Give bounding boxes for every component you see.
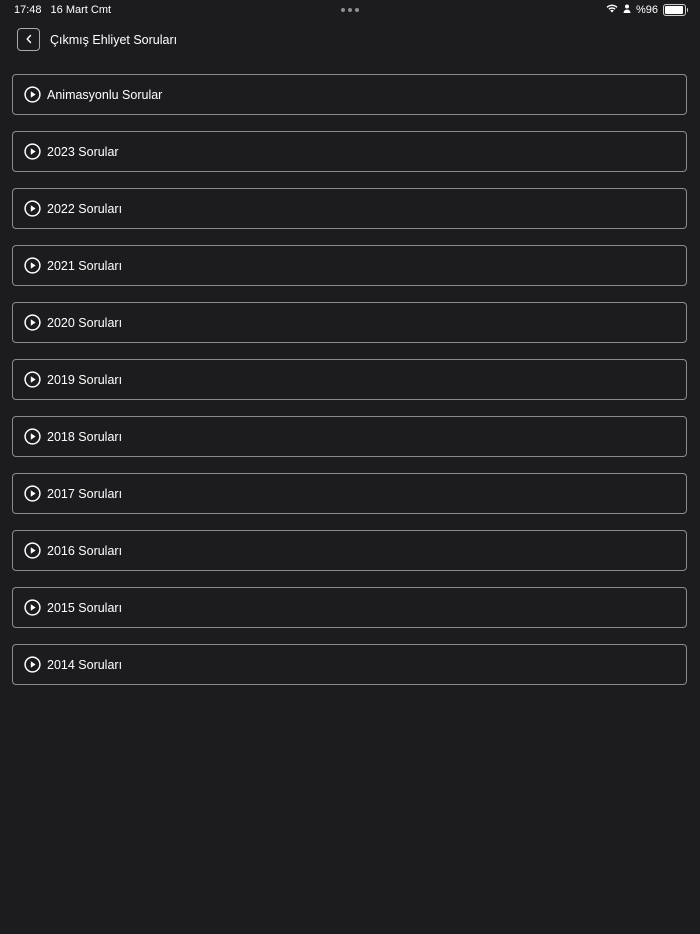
play-circle-icon bbox=[23, 143, 41, 161]
list-item[interactable]: 2016 Soruları bbox=[12, 530, 687, 571]
wifi-icon bbox=[606, 4, 618, 16]
list-item-label: 2021 Soruları bbox=[47, 258, 123, 273]
list-item[interactable]: 2018 Soruları bbox=[12, 416, 687, 457]
status-left: 17:48 16 Mart Cmt bbox=[14, 4, 111, 16]
list-item[interactable]: 2021 Soruları bbox=[12, 245, 687, 286]
list-item[interactable]: 2015 Soruları bbox=[12, 587, 687, 628]
status-right: %96 bbox=[606, 4, 688, 16]
list-item-label: 2022 Soruları bbox=[47, 201, 123, 216]
page-title: Çıkmış Ehliyet Soruları bbox=[50, 32, 178, 47]
play-circle-icon bbox=[23, 86, 41, 104]
battery-icon bbox=[663, 4, 688, 16]
play-circle-icon bbox=[23, 485, 41, 503]
list-item-label: 2020 Soruları bbox=[47, 315, 123, 330]
screen: 17:48 16 Mart Cmt %96 Çıkmış Ehliyet Sor… bbox=[0, 0, 700, 934]
battery-fill bbox=[665, 6, 684, 14]
play-circle-icon bbox=[23, 314, 41, 332]
header: Çıkmış Ehliyet Soruları bbox=[17, 28, 177, 51]
list-item-label: 2017 Soruları bbox=[47, 486, 123, 501]
status-date: 16 Mart Cmt bbox=[50, 4, 112, 16]
battery-percent: %96 bbox=[635, 4, 658, 16]
play-circle-icon bbox=[23, 599, 41, 617]
list-item-label: 2019 Soruları bbox=[47, 372, 123, 387]
play-circle-icon bbox=[23, 656, 41, 674]
multitasking-dots-icon[interactable] bbox=[341, 8, 359, 12]
status-bar: 17:48 16 Mart Cmt %96 bbox=[0, 0, 700, 20]
back-button[interactable] bbox=[17, 28, 40, 51]
play-circle-icon bbox=[23, 542, 41, 560]
play-circle-icon bbox=[23, 200, 41, 218]
list-item[interactable]: 2019 Soruları bbox=[12, 359, 687, 400]
question-list: Animasyonlu Sorular 2023 Sorular 2022 Soru… bbox=[12, 74, 687, 701]
play-circle-icon bbox=[23, 257, 41, 275]
person-icon bbox=[623, 4, 631, 16]
list-item-label: 2018 Soruları bbox=[47, 429, 123, 444]
list-item[interactable]: 2017 Soruları bbox=[12, 473, 687, 514]
list-item-label: 2023 Sorular bbox=[47, 144, 119, 159]
play-circle-icon bbox=[23, 371, 41, 389]
list-item[interactable]: 2020 Soruları bbox=[12, 302, 687, 343]
list-item-label: Animasyonlu Sorular bbox=[47, 87, 163, 102]
list-item-label: 2014 Soruları bbox=[47, 657, 123, 672]
play-circle-icon bbox=[23, 428, 41, 446]
list-item[interactable]: Animasyonlu Sorular bbox=[12, 74, 687, 115]
list-item-label: 2015 Soruları bbox=[47, 600, 123, 615]
chevron-left-icon bbox=[25, 31, 33, 49]
list-item[interactable]: 2022 Soruları bbox=[12, 188, 687, 229]
list-item[interactable]: 2014 Soruları bbox=[12, 644, 687, 685]
list-item[interactable]: 2023 Sorular bbox=[12, 131, 687, 172]
list-item-label: 2016 Soruları bbox=[47, 543, 123, 558]
status-time: 17:48 bbox=[14, 4, 42, 16]
